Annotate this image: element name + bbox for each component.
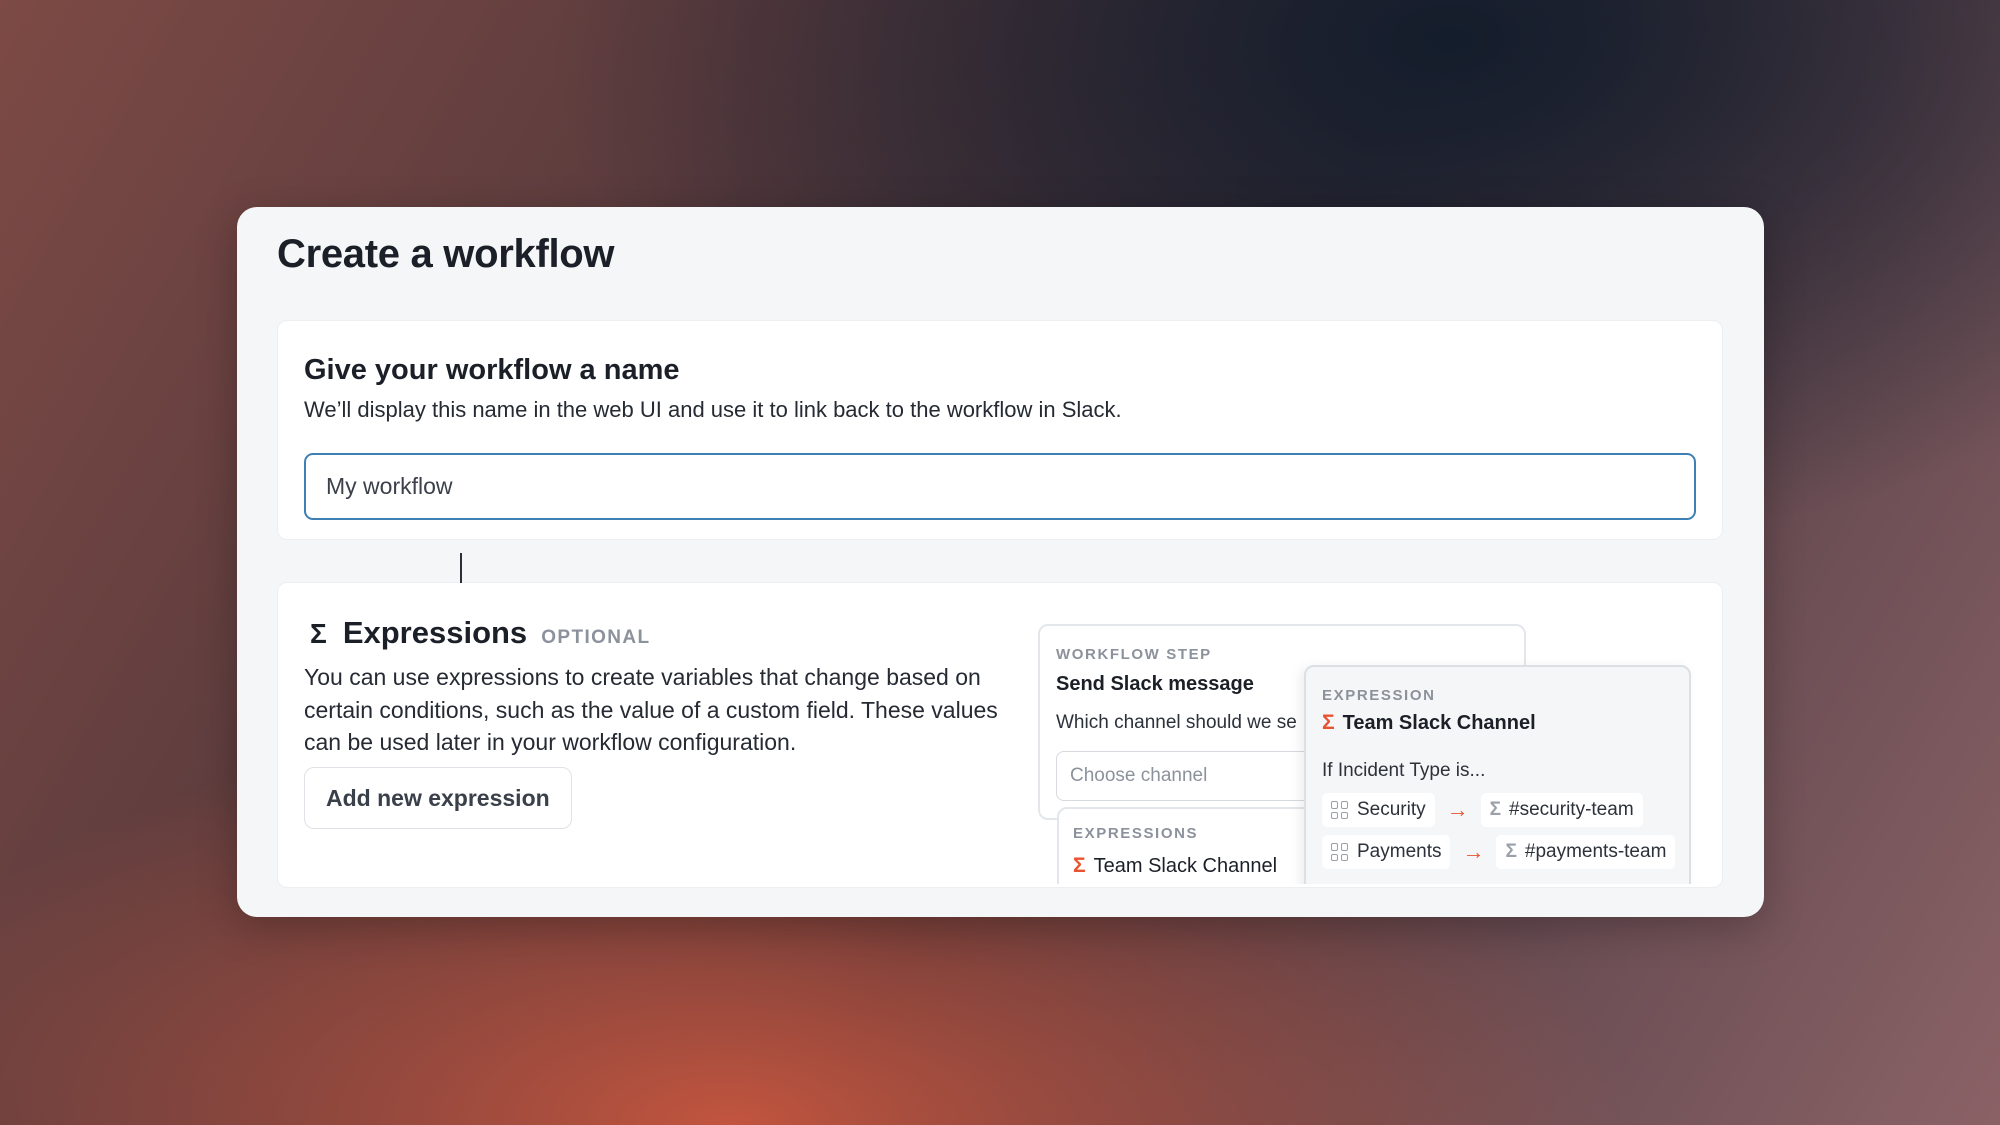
match-label: Security — [1357, 799, 1426, 820]
expression-option[interactable]: Σ Team Slack Channel — [1073, 854, 1277, 878]
sigma-icon: Σ — [1489, 799, 1502, 820]
workflow-name-input[interactable] — [304, 453, 1696, 520]
sigma-icon: Σ — [1073, 854, 1086, 877]
result-chip: Σ #payments-team — [1496, 835, 1676, 869]
match-chip: Payments — [1322, 835, 1451, 869]
grid-icon — [1331, 843, 1349, 861]
match-label: Payments — [1357, 841, 1442, 862]
result-label: #payments-team — [1524, 841, 1667, 862]
text-caret — [460, 553, 462, 583]
workflow-name-card: Give your workflow a name We’ll display … — [277, 320, 1723, 540]
workflow-name-heading: Give your workflow a name — [304, 354, 680, 386]
workflow-name-description: We’ll display this name in the web UI an… — [304, 397, 1122, 422]
sigma-icon: Σ — [1505, 841, 1517, 862]
workflow-step-title: Send Slack message — [1056, 673, 1254, 695]
expression-title-text: Team Slack Channel — [1342, 711, 1536, 734]
arrow-right-icon: → — [1446, 797, 1469, 822]
result-chip: Σ #security-team — [1480, 793, 1643, 827]
workflow-step-label: WORKFLOW STEP — [1056, 646, 1212, 663]
page-title: Create a workflow — [277, 232, 615, 276]
arrow-right-icon: → — [1462, 839, 1485, 864]
expressions-mini-card: EXPRESSIONS Σ Team Slack Channel — [1057, 807, 1317, 884]
expression-rule: Payments → Σ #payments-team — [1322, 835, 1676, 869]
expression-rule: Security → Σ #security-team — [1322, 793, 1643, 827]
expression-title: Σ Team Slack Channel — [1322, 711, 1536, 735]
channel-question: Which channel should we se — [1056, 712, 1297, 733]
expressions-mini-label: EXPRESSIONS — [1073, 825, 1199, 842]
match-chip: Security — [1322, 793, 1435, 827]
sigma-icon: Σ — [1322, 711, 1335, 734]
expression-label: EXPRESSION — [1322, 687, 1436, 704]
expressions-preview: WORKFLOW STEP Send Slack message Which c… — [278, 582, 1724, 884]
condition-text: If Incident Type is... — [1322, 760, 1486, 781]
expression-option-label: Team Slack Channel — [1093, 854, 1278, 877]
grid-icon — [1331, 801, 1349, 819]
expression-detail-card: EXPRESSION Σ Team Slack Channel If Incid… — [1304, 665, 1691, 884]
result-label: #security-team — [1509, 799, 1634, 820]
